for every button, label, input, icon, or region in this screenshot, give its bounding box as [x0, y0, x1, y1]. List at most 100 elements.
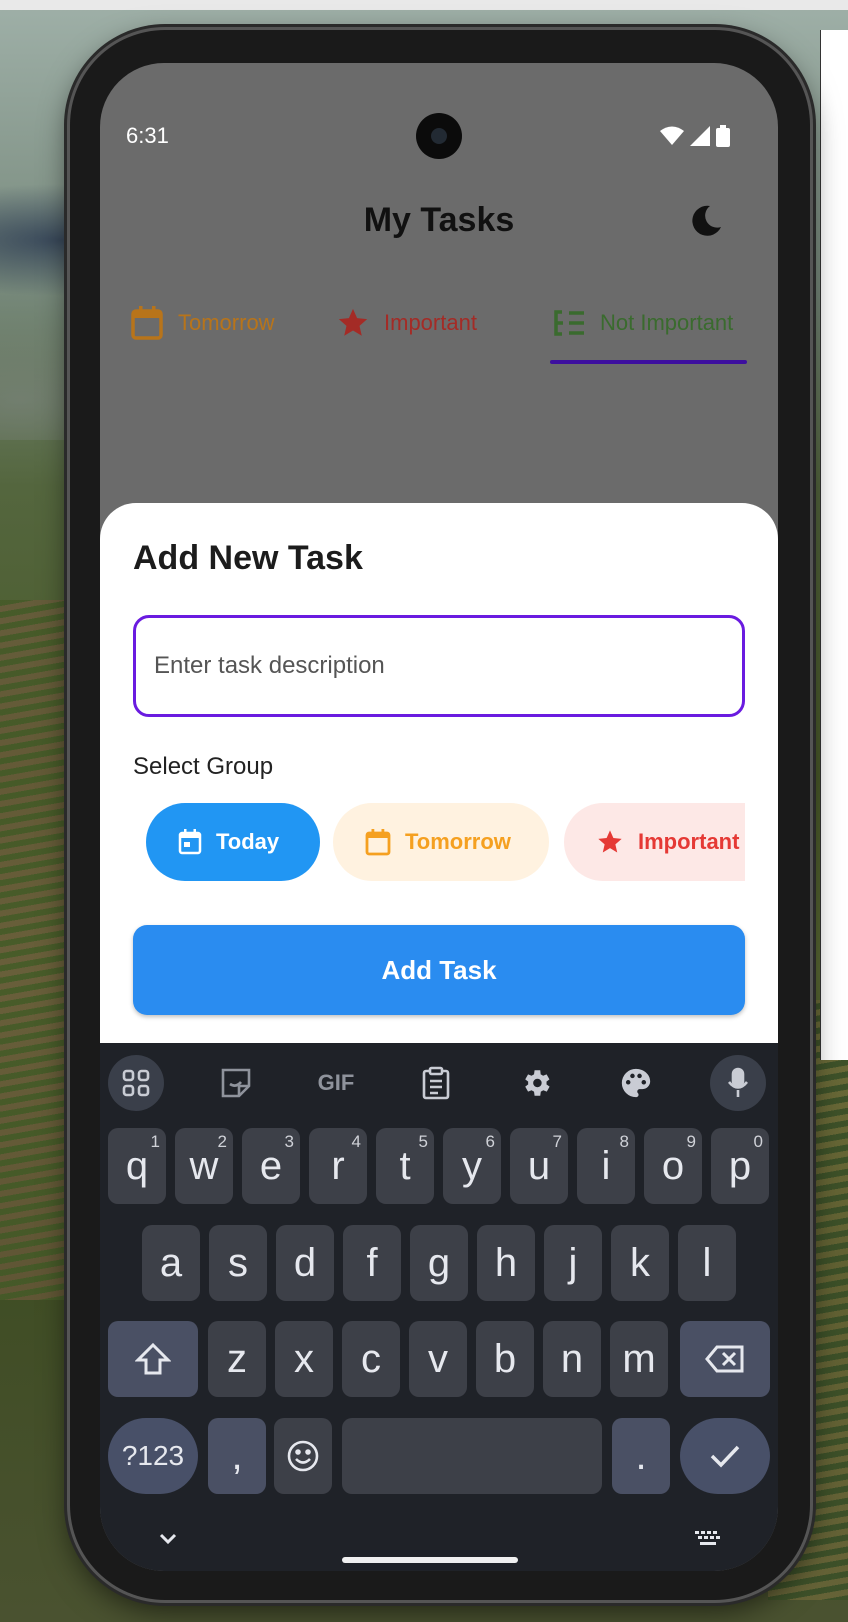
front-camera	[416, 113, 462, 159]
keyboard-toolbar: GIF	[100, 1043, 778, 1115]
chip-label: Tomorrow	[405, 829, 511, 854]
emoji-key[interactable]	[274, 1418, 332, 1494]
sheet-title: Add New Task	[133, 539, 363, 577]
key-f[interactable]: f	[343, 1225, 401, 1301]
key-w[interactable]: w2	[175, 1128, 233, 1204]
key-o[interactable]: o9	[644, 1128, 702, 1204]
star-icon	[598, 830, 622, 853]
chip-tomorrow[interactable]: Tomorrow	[333, 803, 549, 881]
key-number-hint: 5	[418, 1132, 428, 1151]
comma-key[interactable]: ,	[208, 1418, 266, 1494]
system-icons	[660, 125, 730, 147]
check-icon	[710, 1445, 740, 1468]
tab-selected-indicator	[550, 360, 747, 364]
tab-not-important[interactable]: Not Important	[552, 278, 733, 368]
calendar-icon	[131, 306, 163, 340]
key-letter: u	[527, 1143, 551, 1188]
key-number-hint: 0	[753, 1132, 763, 1151]
settings-gear-icon[interactable]	[508, 1055, 564, 1111]
key-letter: t	[399, 1143, 411, 1188]
signal-icon	[690, 126, 710, 146]
status-time: 6:31	[126, 123, 169, 148]
shift-key[interactable]	[108, 1321, 198, 1397]
key-e[interactable]: e3	[242, 1128, 300, 1204]
done-key[interactable]	[680, 1418, 770, 1494]
select-group-label: Select Group	[133, 753, 274, 780]
space-key[interactable]	[342, 1418, 602, 1494]
key-j[interactable]: j	[544, 1225, 602, 1301]
key-g[interactable]: g	[410, 1225, 468, 1301]
key-letter: w	[189, 1143, 219, 1188]
desktop-top-strip	[0, 0, 848, 10]
key-t[interactable]: t5	[376, 1128, 434, 1204]
gif-icon[interactable]: GIF	[308, 1055, 364, 1111]
key-y[interactable]: y6	[443, 1128, 501, 1204]
tab-tomorrow[interactable]: Tomorrow	[130, 278, 275, 368]
calendar-icon	[178, 829, 202, 855]
chip-important[interactable]: Important	[564, 803, 745, 881]
chip-label: Today	[216, 829, 280, 854]
key-s[interactable]: s	[209, 1225, 267, 1301]
key-q[interactable]: q1	[108, 1128, 166, 1204]
key-h[interactable]: h	[477, 1225, 535, 1301]
battery-icon	[716, 125, 730, 147]
key-number-hint: 9	[686, 1132, 696, 1151]
chip-today[interactable]: Today	[146, 803, 320, 881]
page-title: My Tasks	[363, 201, 515, 239]
theme-toggle-button[interactable]	[688, 203, 728, 243]
key-letter: r	[331, 1143, 345, 1188]
tab-label: Not Important	[600, 310, 734, 335]
key-n[interactable]: n	[543, 1321, 601, 1397]
key-k[interactable]: k	[611, 1225, 669, 1301]
key-number-hint: 1	[150, 1132, 160, 1151]
key-number-hint: 6	[485, 1132, 495, 1151]
calendar-icon	[365, 829, 391, 856]
side-window-edge	[820, 30, 848, 1060]
key-r[interactable]: r4	[309, 1128, 367, 1204]
key-letter: o	[661, 1143, 685, 1188]
key-a[interactable]: a	[142, 1225, 200, 1301]
period-key[interactable]: .	[612, 1418, 670, 1494]
keyboard-switcher-icon[interactable]	[694, 1530, 722, 1548]
key-number-hint: 4	[351, 1132, 361, 1151]
chip-label: Important	[638, 829, 740, 854]
onscreen-keyboard: GIF q 1 w 2 e 3 r 4 t 5 y 6 u 7 i 8 o 9 …	[100, 1043, 778, 1571]
backspace-icon	[705, 1345, 744, 1373]
phone-frame: 6:31 My Tasks Tomorrow Important Not Imp…	[70, 30, 810, 1600]
key-v[interactable]: v	[409, 1321, 467, 1397]
key-number-hint: 8	[619, 1132, 629, 1151]
key-b[interactable]: b	[476, 1321, 534, 1397]
sticker-icon[interactable]	[208, 1055, 264, 1111]
apps-grid-icon[interactable]	[108, 1055, 164, 1111]
key-x[interactable]: x	[275, 1321, 333, 1397]
clipboard-icon[interactable]	[408, 1055, 464, 1111]
tab-important[interactable]: Important	[336, 278, 477, 368]
key-i[interactable]: i8	[577, 1128, 635, 1204]
key-number-hint: 3	[284, 1132, 294, 1151]
key-letter: e	[259, 1143, 283, 1188]
symbols-key[interactable]: ?123	[108, 1418, 198, 1494]
list-icon	[554, 310, 584, 336]
key-number-hint: 7	[552, 1132, 562, 1151]
key-m[interactable]: m	[610, 1321, 668, 1397]
key-z[interactable]: z	[208, 1321, 266, 1397]
add-task-button[interactable]: Add Task	[133, 925, 745, 1015]
task-description-input[interactable]	[133, 615, 745, 717]
backspace-key[interactable]	[680, 1321, 770, 1397]
key-d[interactable]: d	[276, 1225, 334, 1301]
star-icon	[338, 308, 368, 336]
group-chip-list: Today Tomorrow Important	[133, 803, 745, 885]
key-number-hint: 2	[217, 1132, 227, 1151]
microphone-icon[interactable]	[710, 1055, 766, 1111]
key-l[interactable]: l	[678, 1225, 736, 1301]
gesture-nav-handle[interactable]	[342, 1557, 518, 1563]
phone-screen: 6:31 My Tasks Tomorrow Important Not Imp…	[100, 63, 778, 1571]
tab-label: Important	[384, 310, 477, 335]
key-p[interactable]: p0	[711, 1128, 769, 1204]
status-bar: 6:31	[100, 63, 778, 159]
key-u[interactable]: u7	[510, 1128, 568, 1204]
key-letter: q	[125, 1143, 149, 1188]
palette-icon[interactable]	[608, 1055, 664, 1111]
hide-keyboard-chevron-down-icon[interactable]	[158, 1532, 178, 1546]
key-c[interactable]: c	[342, 1321, 400, 1397]
